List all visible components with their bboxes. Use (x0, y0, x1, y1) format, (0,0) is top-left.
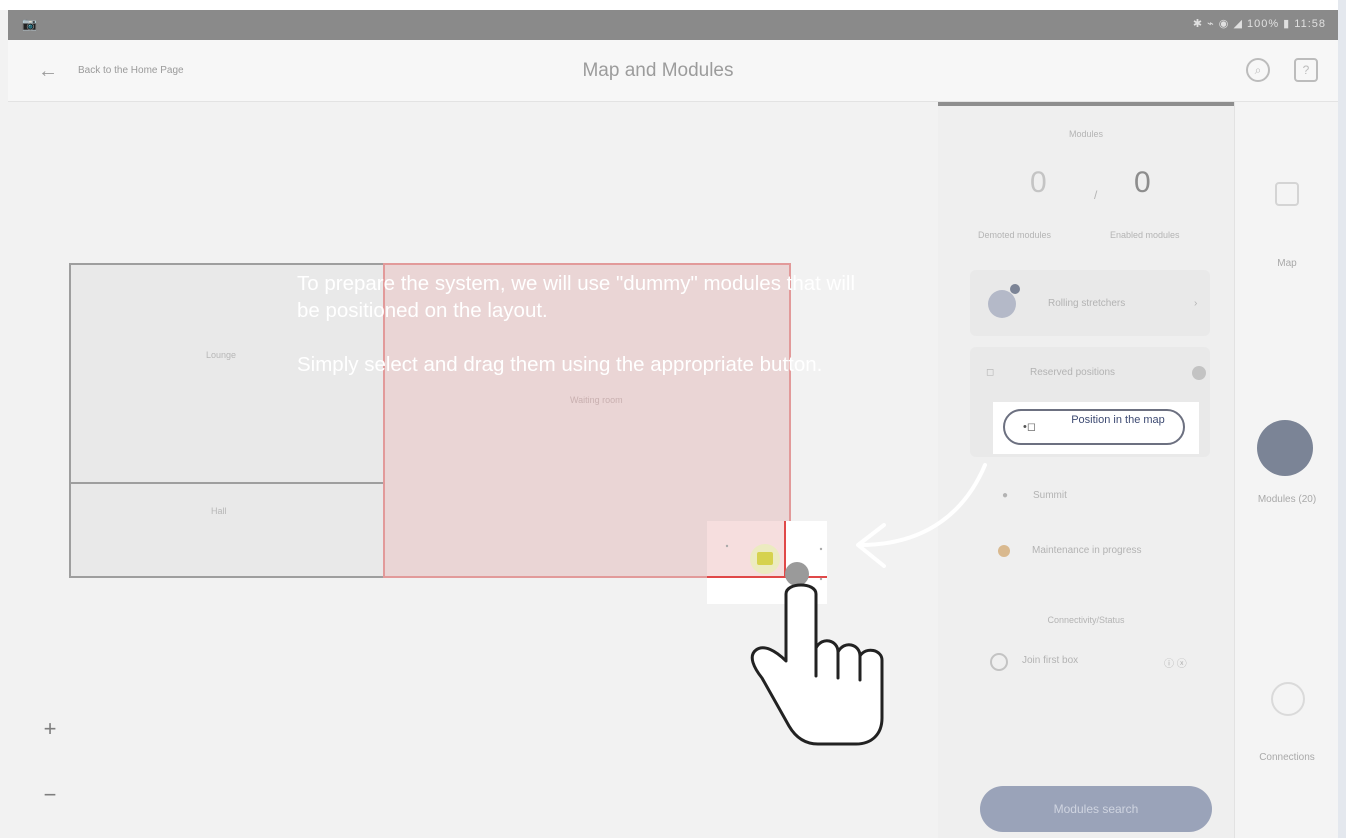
app-header: ← Back to the Home Page Map and Modules … (8, 40, 1338, 102)
box-actions-icon[interactable]: ⓘ ⓧ (1164, 655, 1187, 670)
modules-icon[interactable] (1257, 420, 1313, 476)
page-title: Map and Modules (582, 60, 734, 81)
panel-tab-indicator (938, 102, 1234, 106)
tutorial-paragraph-2: Simply select and drag them using the ap… (297, 353, 823, 376)
box-icon (990, 653, 1008, 671)
reserved-status-icon (1192, 366, 1206, 380)
zoom-in-button[interactable]: + (35, 716, 65, 742)
app-frame: 📷 ✱ ⌁ ◉ ◢ 100% ▮ 11:58 ← Back to the Hom… (0, 0, 1346, 838)
counter-right: 0 (1134, 166, 1151, 199)
position-button-highlight: •◻ Position in the map (993, 402, 1199, 454)
status-bar-right: ✱ ⌁ ◉ ◢ 100% ▮ 11:58 (1192, 18, 1326, 30)
modules-search-button[interactable]: Modules search (980, 786, 1212, 832)
panel-section-title: Modules (1068, 129, 1104, 139)
top-strip (0, 0, 1346, 10)
chevron-right-icon[interactable]: › (1194, 298, 1197, 309)
right-sidebar: Map Modules (20) Connections (1234, 102, 1338, 838)
back-link[interactable]: Back to the Home Page (78, 65, 184, 76)
counter-left: 0 (1030, 166, 1047, 199)
summit-icon: ● (1002, 490, 1009, 501)
folding-label: Rolling stretchers (1048, 298, 1126, 309)
maintenance-row[interactable]: Maintenance in progress (1032, 545, 1142, 556)
room-label: Hall (211, 506, 227, 516)
tutorial-tooltip: To prepare the system, we will use "dumm… (297, 270, 857, 378)
position-button-label: Position in the map (1071, 414, 1165, 426)
hand-pointer-icon (750, 562, 884, 746)
room-label: Lounge (206, 350, 237, 360)
counter-separator: / (1094, 188, 1098, 202)
zoom-out-button[interactable]: − (35, 782, 65, 808)
window-edge (1338, 0, 1346, 838)
folding-card[interactable]: Rolling stretchers › (970, 270, 1210, 336)
warning-icon (998, 545, 1010, 557)
position-in-map-button[interactable]: •◻ Position in the map (1003, 409, 1185, 445)
sidebar-item-connections[interactable]: Connections (1235, 752, 1339, 763)
tutorial-paragraph-1: To prepare the system, we will use "dumm… (297, 272, 856, 322)
box-row-label[interactable]: Join first box (1022, 655, 1078, 666)
connections-icon (1271, 682, 1305, 716)
help-icon[interactable]: ? (1294, 58, 1318, 82)
status-bar: 📷 ✱ ⌁ ◉ ◢ 100% ▮ 11:58 (8, 10, 1338, 40)
box-section-title: Connectivity/Status (1047, 615, 1125, 625)
stretcher-icon (988, 290, 1016, 318)
reserved-label: Reserved positions (1030, 367, 1116, 378)
move-to-map-icon: •◻ (1023, 421, 1036, 433)
badge-icon (1010, 284, 1020, 294)
summit-row[interactable]: Summit (1033, 490, 1067, 501)
map-icon (1275, 182, 1299, 206)
sidebar-item-map[interactable]: Map (1235, 258, 1339, 269)
back-arrow-icon[interactable]: ← (38, 60, 58, 83)
zone-label: Waiting room (570, 395, 623, 405)
sidebar-item-modules[interactable]: Modules (20) (1235, 494, 1339, 505)
status-bar-left: 📷 (22, 17, 37, 31)
demoted-label: Demoted modules (978, 230, 1052, 240)
enabled-label: Enabled modules (1110, 230, 1180, 240)
search-icon[interactable]: ⌕ (1246, 58, 1270, 82)
room-hall[interactable]: Hall (69, 482, 385, 578)
reserved-check-icon: ◻ (986, 367, 995, 378)
